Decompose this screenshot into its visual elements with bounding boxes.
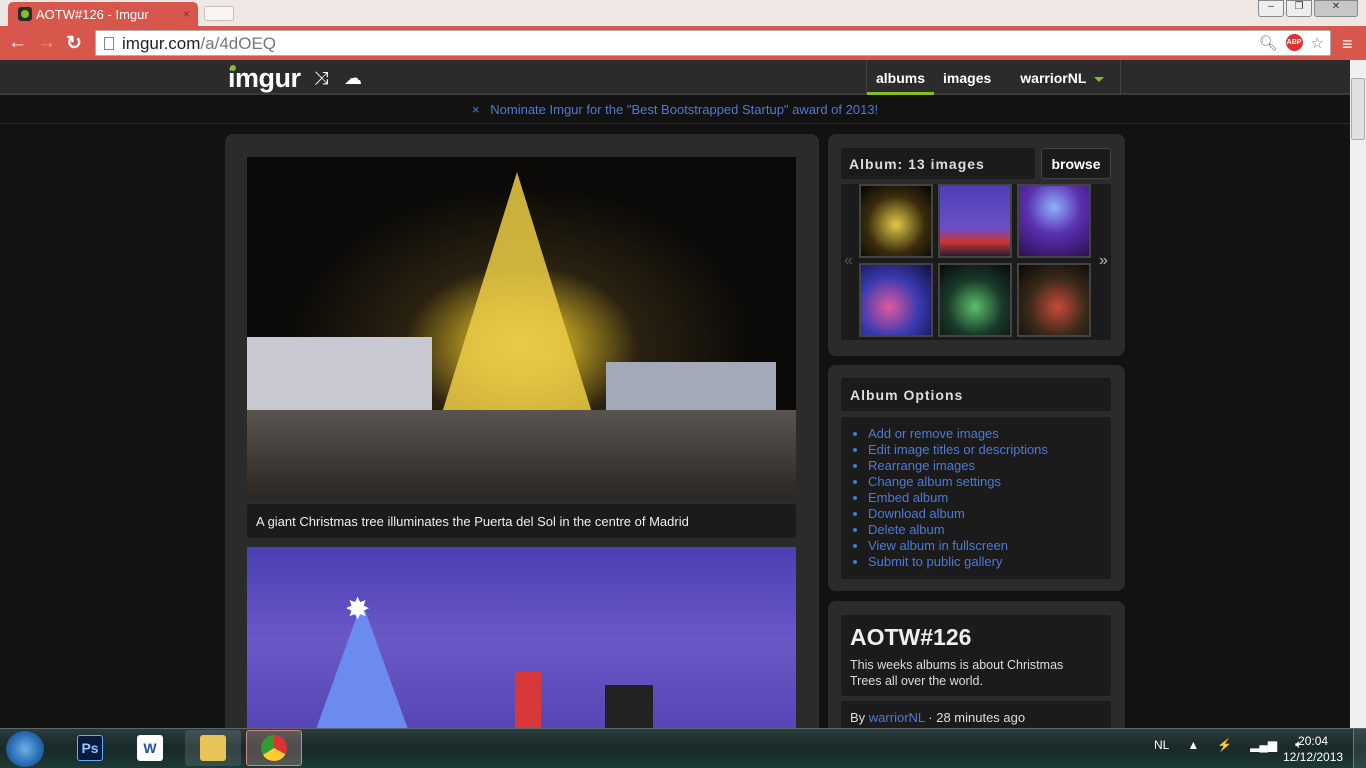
adblock-icon[interactable]: ABP [1285, 34, 1303, 51]
option-link[interactable]: Delete album [868, 522, 945, 537]
option-link[interactable]: Embed album [868, 490, 948, 505]
post-time: · 28 minutes ago [924, 710, 1026, 725]
album-description-text: This weeks albums is about Christmas Tre… [850, 658, 1064, 688]
option-link[interactable]: Submit to public gallery [868, 554, 1002, 569]
album-image-kobe-tree[interactable]: ✸ [247, 547, 796, 732]
taskbar-explorer[interactable] [185, 730, 241, 766]
minimize-button[interactable]: – [1258, 0, 1284, 17]
album-image-madrid-tree[interactable] [247, 157, 796, 500]
page-icon [104, 37, 114, 50]
option-settings: Change album settings [868, 474, 1111, 490]
image-caption: A giant Christmas tree illuminates the P… [247, 504, 796, 538]
option-embed: Embed album [868, 490, 1111, 506]
browser-tab[interactable]: AOTW#126 - Imgur × [8, 2, 198, 28]
username: warriorNL [1020, 70, 1087, 86]
chrome-icon [261, 735, 287, 761]
option-edit-titles: Edit image titles or descriptions [868, 442, 1111, 458]
thumbs-next-icon[interactable]: » [1099, 252, 1108, 270]
folder-icon [200, 735, 226, 761]
option-delete: Delete album [868, 522, 1111, 538]
album-description: AOTW#126 This weeks albums is about Chri… [841, 615, 1111, 696]
back-icon[interactable]: ← [8, 32, 27, 54]
notice-close-icon[interactable]: × [472, 102, 480, 117]
notice-bar: × Nominate Imgur for the "Best Bootstrap… [0, 96, 1350, 124]
thumbnail[interactable] [938, 184, 1012, 258]
clock-time: 20:04 [1298, 734, 1329, 748]
language-indicator[interactable]: NL [1154, 738, 1169, 752]
forward-icon[interactable]: → [37, 32, 56, 54]
tab-close-icon[interactable]: × [183, 7, 190, 21]
network-signal-icon[interactable]: ▂▄▆ [1250, 738, 1277, 752]
option-link[interactable]: View album in fullscreen [868, 538, 1008, 553]
menu-icon[interactable]: ≡ [1342, 34, 1353, 55]
close-window-button[interactable]: ✕ [1314, 0, 1358, 17]
tab-title: AOTW#126 - Imgur [36, 7, 149, 22]
thumbnail[interactable] [859, 263, 933, 337]
favicon-icon [18, 7, 32, 21]
url-host: imgur.com [122, 34, 201, 53]
option-fullscreen: View album in fullscreen [868, 538, 1111, 554]
bookmark-star-icon[interactable]: ☆ [1311, 34, 1324, 52]
album-count-title: Album: 13 images [841, 148, 1035, 179]
random-shuffle-icon[interactable]: ⤨ [314, 68, 328, 89]
option-download: Download album [868, 506, 1111, 522]
album-byline: By warriorNL · 28 minutes ago [841, 701, 1111, 731]
browse-button[interactable]: browse [1041, 148, 1111, 179]
author-link[interactable]: warriorNL [869, 710, 925, 725]
option-link[interactable]: Add or remove images [868, 426, 999, 441]
reload-icon[interactable]: ↻ [66, 32, 82, 55]
upload-cloud-icon[interactable]: ☁ [344, 68, 362, 89]
thumbnail[interactable] [859, 184, 933, 258]
url-path: /a/4dOEQ [200, 34, 277, 53]
thumbnail[interactable] [938, 263, 1012, 337]
album-name: AOTW#126 [850, 624, 972, 650]
zoom-icon[interactable]: 🔍︎ [1259, 34, 1278, 52]
thumbs-prev-icon[interactable]: « [844, 252, 853, 270]
imgur-logo[interactable]: imgur [228, 63, 301, 94]
page-scrollbar[interactable] [1350, 60, 1366, 728]
show-desktop-button[interactable] [1353, 729, 1366, 768]
option-link[interactable]: Edit image titles or descriptions [868, 442, 1048, 457]
word-icon: W [137, 735, 163, 761]
taskbar-photoshop[interactable]: Ps [62, 730, 118, 766]
restore-button[interactable]: ❐ [1286, 0, 1312, 17]
power-icon[interactable]: ⚡ [1217, 738, 1232, 752]
album-options-title: Album Options [841, 378, 1111, 411]
user-menu[interactable]: warriorNL [1000, 60, 1120, 95]
new-tab-button[interactable] [204, 6, 234, 21]
notice-link[interactable]: Nominate Imgur for the "Best Bootstrappe… [490, 102, 878, 117]
option-add-remove: Add or remove images [868, 426, 1111, 442]
option-submit-gallery: Submit to public gallery [868, 554, 1111, 570]
nav-albums[interactable]: albums [867, 60, 935, 95]
album-options-list: Add or remove images Edit image titles o… [841, 417, 1111, 579]
clock-date: 12/12/2013 [1283, 750, 1344, 764]
taskbar-word[interactable]: W [122, 730, 178, 766]
thumbnail[interactable] [1017, 263, 1091, 337]
site-header [0, 60, 1350, 95]
scrollbar-thumb[interactable] [1351, 78, 1365, 140]
thumbnail[interactable] [1017, 184, 1091, 258]
top-nav: albums images warriorNL [866, 60, 1122, 95]
system-tray: NL ▲ ⚡ ▂▄▆ 🔈︎ [1154, 737, 1302, 752]
nav-images[interactable]: images [934, 60, 1000, 95]
taskbar-chrome[interactable] [246, 730, 302, 766]
option-link[interactable]: Download album [868, 506, 965, 521]
clock[interactable]: 20:04 12/12/2013 [1283, 733, 1343, 765]
by-label: By [850, 710, 869, 725]
option-rearrange: Rearrange images [868, 458, 1111, 474]
show-hidden-icons[interactable]: ▲ [1187, 738, 1199, 752]
photoshop-icon: Ps [77, 735, 103, 761]
start-button[interactable] [6, 731, 44, 767]
option-link[interactable]: Change album settings [868, 474, 1001, 489]
dropdown-arrow-icon [1094, 76, 1105, 82]
address-bar[interactable]: imgur.com/a/4dOEQ 🔍︎ ABP ☆ [95, 30, 1331, 56]
option-link[interactable]: Rearrange images [868, 458, 975, 473]
